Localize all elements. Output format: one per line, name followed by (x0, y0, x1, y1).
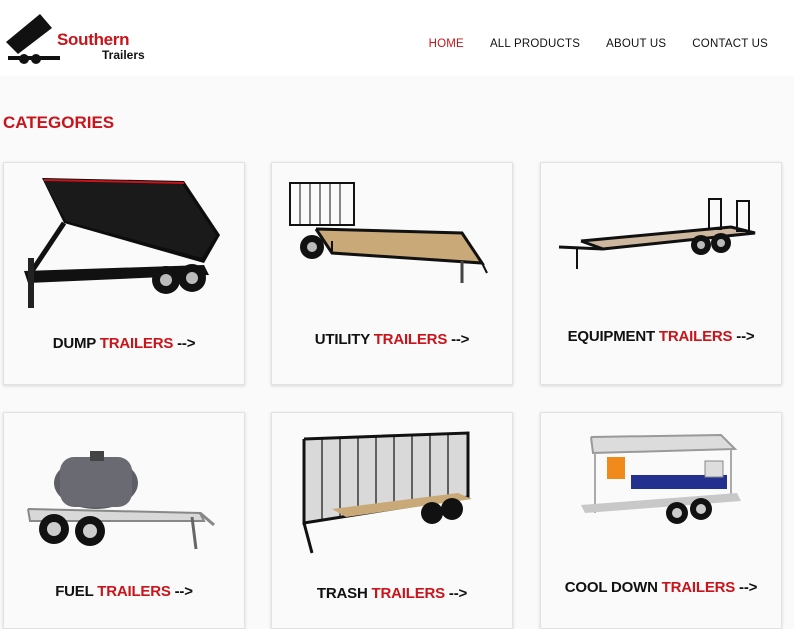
category-label: UTILITY TRAILERS --> (314, 331, 470, 348)
category-card-dump[interactable]: DUMP TRAILERS --> (3, 162, 245, 385)
trash-trailer-image (302, 431, 472, 554)
cool-down-trailer-image (581, 433, 741, 524)
site-header: Southern Trailers HOME ALL PRODUCTS ABOU… (0, 0, 794, 76)
fuel-trailer-image (27, 451, 215, 550)
category-label: COOL DOWN TRAILERS --> (564, 579, 758, 596)
categories-heading: CATEGORIES (3, 113, 115, 132)
logo-line-2: Trailers (102, 48, 145, 62)
category-label: FUEL TRAILERS --> (55, 583, 193, 600)
category-label: EQUIPMENT TRAILERS --> (567, 328, 755, 345)
category-card-trash[interactable]: TRASH TRAILERS --> (271, 412, 513, 629)
category-card-fuel[interactable]: FUEL TRAILERS --> (3, 412, 245, 629)
southern-trailers-logo[interactable]: Southern Trailers (2, 8, 162, 68)
category-card-utility[interactable]: UTILITY TRAILERS --> (271, 162, 513, 385)
nav-contact-us[interactable]: CONTACT US (692, 38, 768, 50)
dump-trailer-image (24, 178, 220, 308)
category-card-cool-down[interactable]: COOL DOWN TRAILERS --> (540, 412, 782, 629)
dump-trailer-logo-icon (6, 14, 60, 64)
nav-all-products[interactable]: ALL PRODUCTS (490, 38, 580, 50)
nav-home[interactable]: HOME (429, 38, 464, 50)
nav-about-us[interactable]: ABOUT US (606, 38, 666, 50)
main-nav: HOME ALL PRODUCTS ABOUT US CONTACT US (429, 38, 794, 50)
logo-line-1: Southern (57, 30, 130, 49)
category-label: DUMP TRAILERS --> (52, 335, 196, 352)
category-label: TRASH TRAILERS --> (316, 585, 468, 602)
equipment-trailer-image (558, 198, 756, 269)
utility-trailer-image (289, 182, 488, 283)
category-card-equipment[interactable]: EQUIPMENT TRAILERS --> (540, 162, 782, 385)
